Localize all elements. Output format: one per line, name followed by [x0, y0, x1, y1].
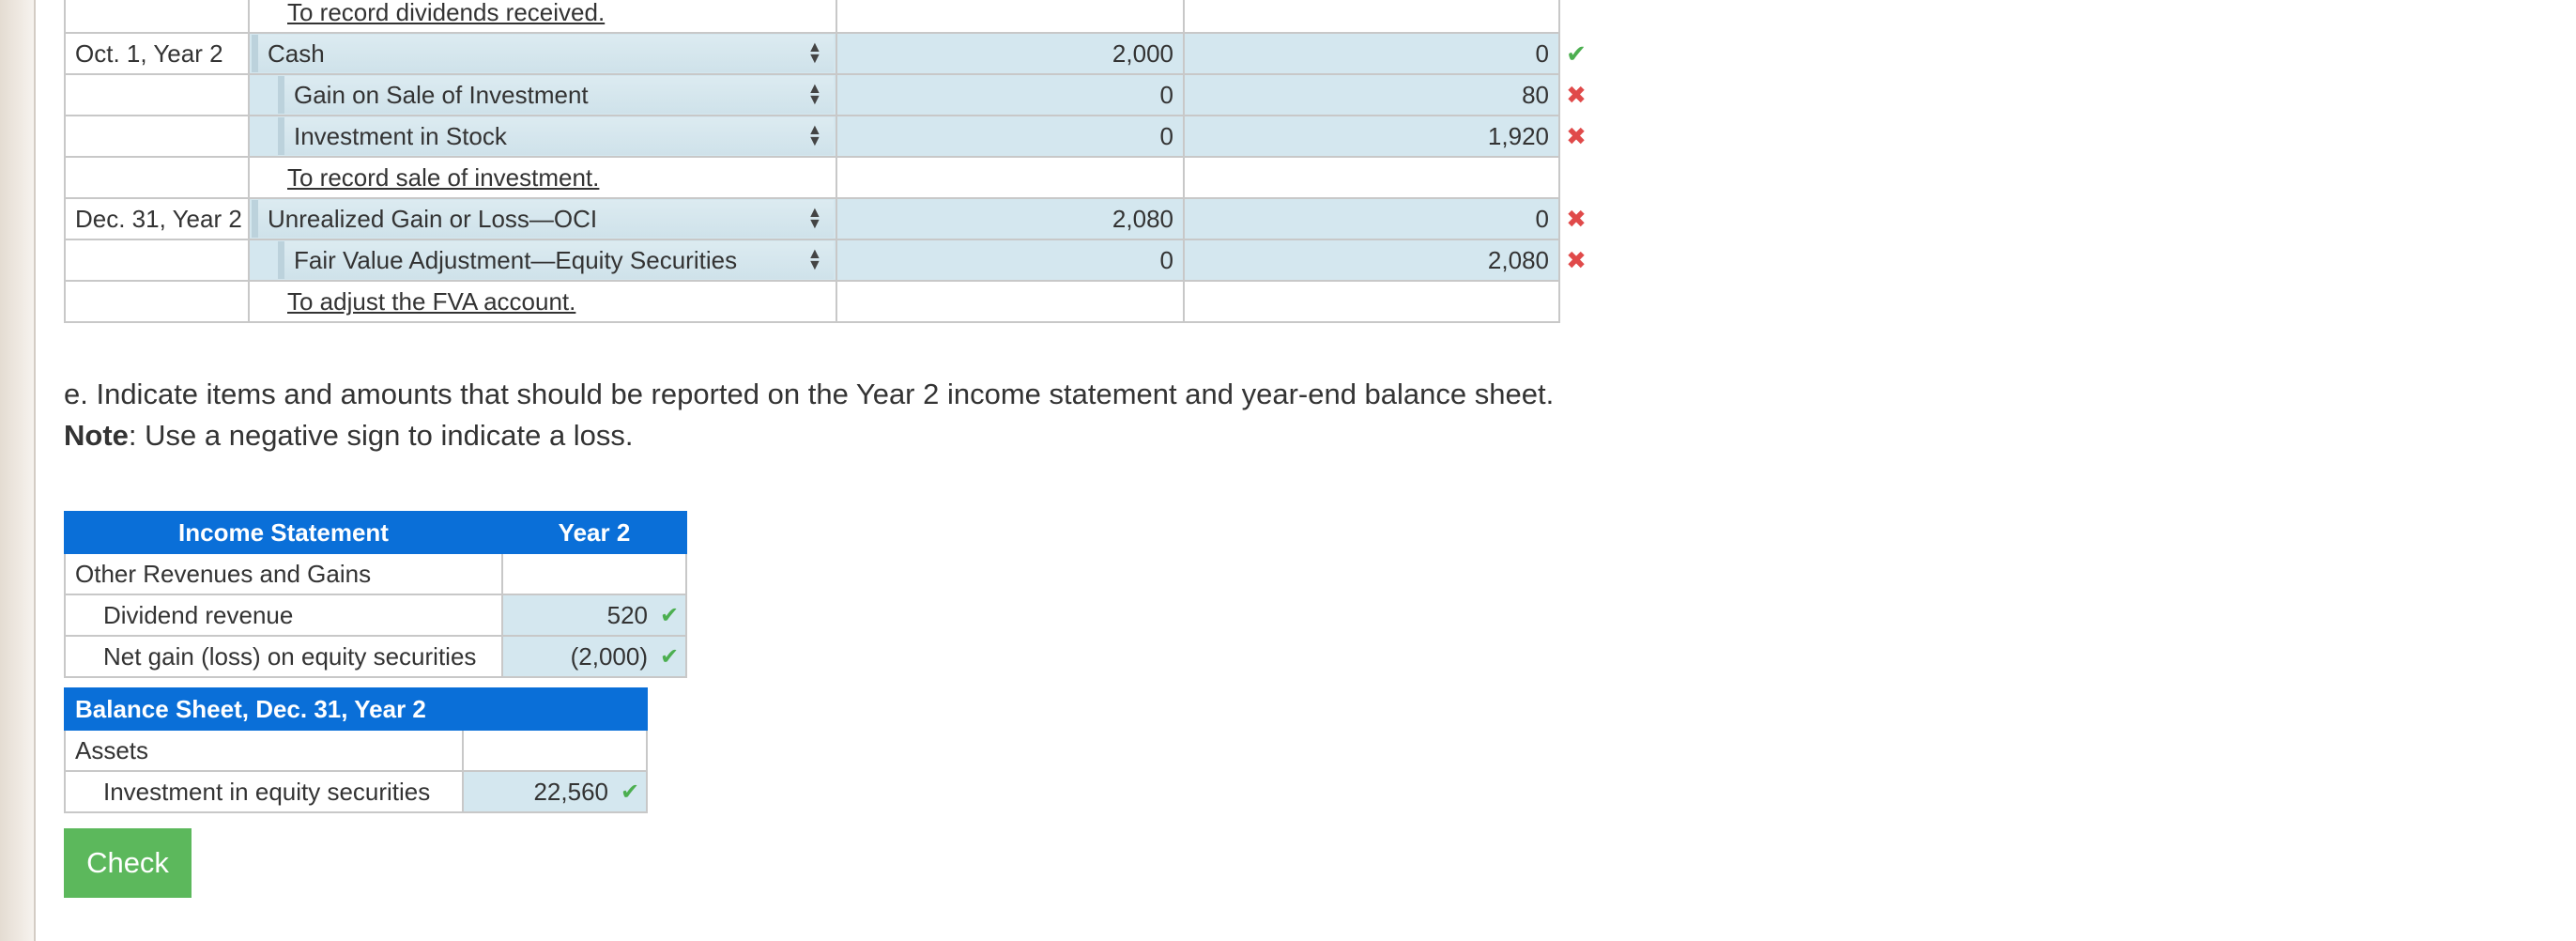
- journal-entry-row: Fair Value Adjustment—Equity Securities ▲…: [64, 239, 1560, 282]
- check-button[interactable]: Check: [64, 828, 192, 898]
- account-name: Fair Value Adjustment—Equity Securities: [294, 245, 738, 274]
- journal-table: To record dividends received. Oct. 1, Yea…: [64, 0, 1560, 323]
- account-select[interactable]: Fair Value Adjustment—Equity Securities ▲…: [278, 241, 834, 279]
- cross-icon: ✖: [1566, 81, 1587, 109]
- investment-equity-value: 22,560: [533, 777, 608, 806]
- balance-sheet-header: Balance Sheet, Dec. 31, Year 2: [64, 687, 648, 731]
- row-label-investment-equity: Investment in equity securities: [64, 770, 464, 813]
- memo-text: To adjust the FVA account.: [287, 286, 576, 316]
- checkmark-icon: ✔: [1566, 39, 1587, 68]
- row-label-dividend-revenue: Dividend revenue: [64, 594, 503, 637]
- account-name: Unrealized Gain or Loss—OCI: [268, 204, 598, 233]
- empty-credit-cell: [1183, 156, 1560, 199]
- debit-input[interactable]: 0: [836, 115, 1185, 158]
- memo-cell: To record dividends received.: [248, 0, 837, 34]
- credit-input[interactable]: 1,920: [1183, 115, 1560, 158]
- memo-cell: To adjust the FVA account.: [248, 280, 837, 323]
- cross-icon: ✖: [1566, 205, 1587, 233]
- credit-value: 1,920: [1487, 121, 1549, 150]
- account-select[interactable]: Investment in Stock ▲ ▼: [278, 117, 834, 155]
- empty-debit-cell: [836, 280, 1185, 323]
- checkmark-icon: ✔: [659, 644, 680, 670]
- debit-input[interactable]: 0: [836, 239, 1185, 282]
- empty-cell: [501, 552, 687, 595]
- account-cell: Investment in Stock ▲ ▼: [248, 115, 837, 158]
- section-label: Assets: [64, 729, 464, 772]
- investment-equity-input[interactable]: 22,560 ✔: [462, 770, 648, 813]
- account-name: Cash: [268, 39, 325, 68]
- income-statement-header: Income Statement: [64, 511, 503, 554]
- income-statement-table: Income Statement Year 2 Other Revenues a…: [64, 511, 687, 678]
- note-label: Note: [64, 419, 129, 452]
- debit-input[interactable]: 2,080: [836, 197, 1185, 240]
- credit-value: 0: [1535, 39, 1549, 68]
- account-cell: Fair Value Adjustment—Equity Securities ▲…: [248, 239, 837, 282]
- cross-icon: ✖: [1566, 246, 1587, 274]
- row-label-net-gain-loss: Net gain (loss) on equity securities: [64, 635, 503, 678]
- net-gain-loss-value: (2,000): [570, 641, 648, 671]
- dividend-revenue-input[interactable]: 520 ✔: [501, 594, 687, 637]
- date-cell: Oct. 1, Year 2: [64, 32, 250, 75]
- account-select[interactable]: Unrealized Gain or Loss—OCI ▲ ▼: [252, 200, 834, 238]
- empty-credit-cell: [1183, 280, 1560, 323]
- instruction-note: Note: Use a negative sign to indicate a …: [64, 415, 1554, 456]
- memo-row: To adjust the FVA account.: [64, 280, 1560, 323]
- net-gain-loss-input[interactable]: (2,000) ✔: [501, 635, 687, 678]
- section-label: Other Revenues and Gains: [64, 552, 503, 595]
- date-cell: [64, 115, 250, 158]
- account-cell: Unrealized Gain or Loss—OCI ▲ ▼: [248, 197, 837, 240]
- main-content: To record dividends received. Oct. 1, Yea…: [64, 0, 2505, 941]
- date-cell: [64, 0, 250, 34]
- journal-entry-row: Dec. 31, Year 2 Unrealized Gain or Loss—O…: [64, 197, 1560, 240]
- memo-row: To record dividends received.: [64, 0, 1560, 34]
- empty-debit-cell: [836, 0, 1185, 34]
- journal-entry-row: Oct. 1, Year 2 Cash ▲ ▼ 2,000 0: [64, 32, 1560, 75]
- date-cell: [64, 156, 250, 199]
- account-name: Gain on Sale of Investment: [294, 80, 589, 109]
- credit-input[interactable]: 0: [1183, 197, 1560, 240]
- debit-input[interactable]: 0: [836, 73, 1185, 116]
- journal-entry-row: Investment in Stock ▲ ▼ 0 1,920: [64, 115, 1560, 158]
- instruction-text: e. Indicate items and amounts that shoul…: [64, 378, 1555, 410]
- memo-text: To record sale of investment.: [287, 162, 600, 192]
- memo-cell: To record sale of investment.: [248, 156, 837, 199]
- left-gutter: [0, 0, 36, 941]
- up-down-arrows-icon: ▲ ▼: [807, 81, 822, 108]
- cross-icon: ✖: [1566, 122, 1587, 150]
- up-down-arrows-icon: ▲ ▼: [807, 39, 822, 67]
- up-down-arrows-icon: ▲ ▼: [807, 246, 822, 273]
- up-down-arrows-icon: ▲ ▼: [807, 205, 822, 232]
- account-select[interactable]: Cash ▲ ▼: [252, 35, 834, 72]
- checkmark-icon: ✔: [620, 779, 640, 805]
- credit-input[interactable]: 80: [1183, 73, 1560, 116]
- year-header: Year 2: [501, 511, 687, 554]
- account-name: Investment in Stock: [294, 121, 507, 150]
- instructions: e. Indicate items and amounts that shoul…: [64, 374, 1554, 456]
- account-cell: Gain on Sale of Investment ▲ ▼: [248, 73, 837, 116]
- journal-entry-row: Gain on Sale of Investment ▲ ▼ 0 80: [64, 73, 1560, 116]
- balance-sheet-table: Balance Sheet, Dec. 31, Year 2 Assets In…: [64, 687, 648, 813]
- account-cell: Cash ▲ ▼: [248, 32, 837, 75]
- credit-input[interactable]: 2,080: [1183, 239, 1560, 282]
- dividend-revenue-value: 520: [606, 600, 648, 629]
- empty-cell: [462, 729, 648, 772]
- credit-value: 80: [1522, 80, 1549, 109]
- memo-text: To record dividends received.: [287, 0, 606, 26]
- note-text: : Use a negative sign to indicate a loss…: [128, 419, 634, 452]
- credit-value: 2,080: [1487, 245, 1549, 274]
- credit-input[interactable]: 0: [1183, 32, 1560, 75]
- up-down-arrows-icon: ▲ ▼: [807, 122, 822, 149]
- left-gutter-edge: [34, 0, 36, 941]
- empty-credit-cell: [1183, 0, 1560, 34]
- date-cell: Dec. 31, Year 2: [64, 197, 250, 240]
- memo-row: To record sale of investment.: [64, 156, 1560, 199]
- debit-input[interactable]: 2,000: [836, 32, 1185, 75]
- date-cell: [64, 73, 250, 116]
- credit-value: 0: [1535, 204, 1549, 233]
- checkmark-icon: ✔: [659, 603, 680, 628]
- account-select[interactable]: Gain on Sale of Investment ▲ ▼: [278, 76, 834, 114]
- empty-debit-cell: [836, 156, 1185, 199]
- date-cell: [64, 280, 250, 323]
- date-cell: [64, 239, 250, 282]
